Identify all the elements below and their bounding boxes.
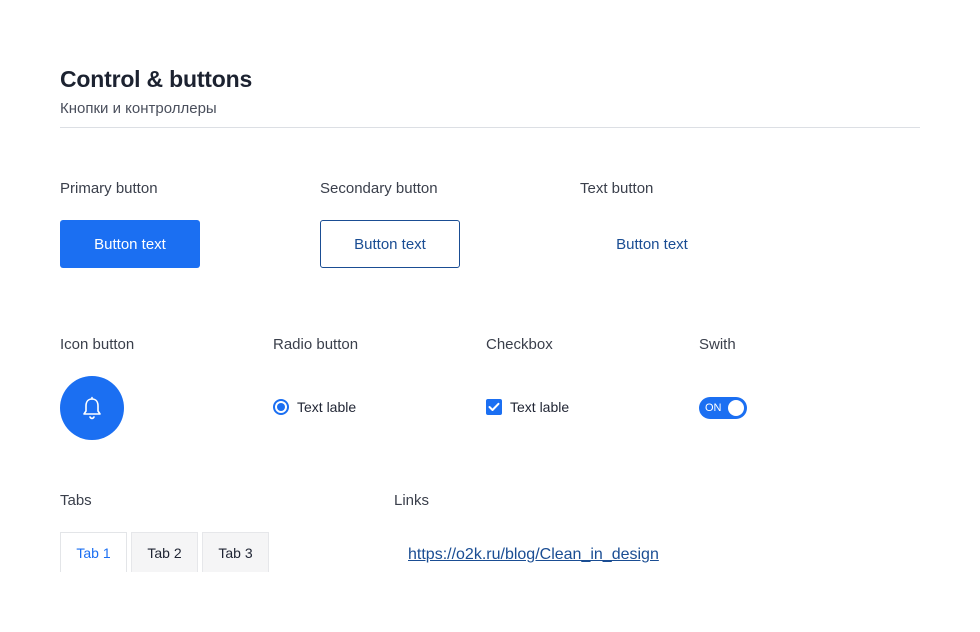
tabs-label: Tabs — [60, 492, 92, 509]
header-divider — [60, 127, 920, 128]
toggle-switch[interactable]: ON — [699, 397, 747, 419]
checkmark-icon — [488, 402, 500, 412]
secondary-button-label: Secondary button — [320, 180, 438, 197]
checkbox-control[interactable] — [486, 399, 502, 415]
secondary-button[interactable]: Button text — [320, 220, 460, 268]
primary-button-label: Primary button — [60, 180, 158, 197]
bell-icon-button[interactable] — [60, 376, 124, 440]
checkbox-label: Checkbox — [486, 336, 553, 353]
tab-2[interactable]: Tab 2 — [131, 532, 198, 572]
checkbox-option[interactable]: Text lable — [486, 399, 569, 415]
switch-label: Swith — [699, 336, 736, 353]
page-subtitle: Кнопки и контроллеры — [60, 100, 217, 117]
radio-button-label: Radio button — [273, 336, 359, 353]
radio-control[interactable] — [273, 399, 289, 415]
tab-3[interactable]: Tab 3 — [202, 532, 269, 572]
primary-button[interactable]: Button text — [60, 220, 200, 268]
icon-button-label: Icon button — [60, 336, 135, 353]
text-button-label: Text button — [580, 180, 654, 197]
switch-state-text: ON — [705, 402, 722, 414]
checkbox-option-label: Text lable — [510, 399, 570, 415]
blog-link[interactable]: https://o2k.ru/blog/Clean_in_design — [408, 546, 659, 564]
tab-1[interactable]: Tab 1 — [60, 532, 127, 572]
switch-knob — [728, 400, 744, 416]
page-title: Control & buttons — [60, 66, 253, 92]
bell-icon — [81, 396, 103, 420]
links-label: Links — [394, 492, 430, 509]
radio-option[interactable]: Text lable — [273, 399, 356, 415]
text-button[interactable]: Button text — [582, 220, 722, 268]
radio-option-label: Text lable — [297, 399, 357, 415]
radio-selected-dot — [277, 403, 285, 411]
